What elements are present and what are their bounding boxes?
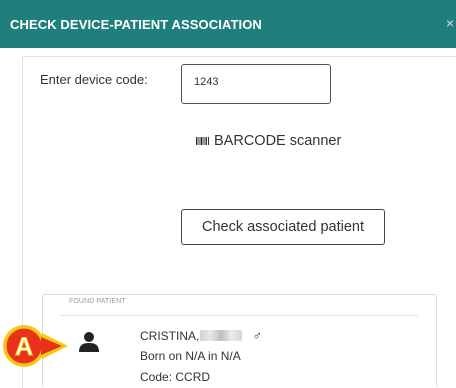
device-code-input[interactable]: 1243 bbox=[181, 64, 331, 104]
barcode-scanner-button[interactable]: BARCODE scanner bbox=[196, 133, 341, 149]
callout-marker-a: A bbox=[3, 325, 68, 367]
patient-code: Code: CCRD bbox=[140, 370, 211, 384]
barcode-scanner-label: BARCODE scanner bbox=[214, 133, 342, 149]
dialog-header: CHECK DEVICE-PATIENT ASSOCIATION × bbox=[0, 0, 456, 48]
male-icon: ♂ bbox=[252, 328, 263, 343]
callout-letter: A bbox=[15, 333, 33, 361]
close-icon[interactable]: × bbox=[446, 15, 456, 31]
found-patient-divider bbox=[60, 315, 418, 316]
redacted-name-block bbox=[200, 330, 243, 341]
dialog-title: CHECK DEVICE-PATIENT ASSOCIATION bbox=[10, 16, 262, 32]
check-associated-patient-button[interactable]: Check associated patient bbox=[181, 209, 385, 245]
device-code-label: Enter device code: bbox=[40, 72, 148, 87]
patient-name: CRISTINA, ♂ bbox=[140, 328, 262, 343]
user-icon bbox=[78, 331, 100, 358]
patient-birth-info: Born on N/A in N/A bbox=[140, 349, 241, 363]
barcode-icon bbox=[196, 136, 209, 146]
found-patient-title: FOUND PATIENT bbox=[69, 298, 126, 305]
patient-name-text: CRISTINA, bbox=[140, 328, 200, 343]
